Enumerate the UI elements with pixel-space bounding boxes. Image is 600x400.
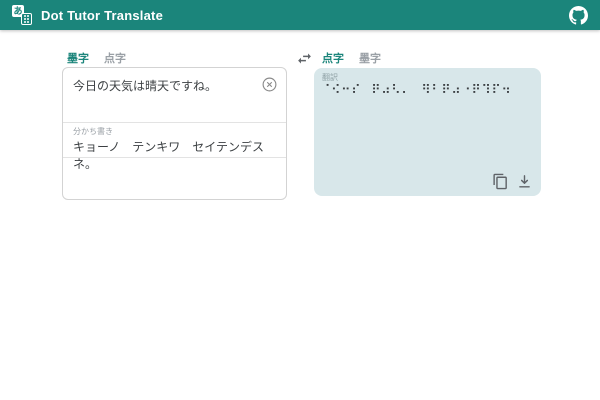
source-text-input[interactable]: 今日の天気は晴天ですね。 [73, 78, 253, 94]
app-root: あ Dot Tutor Translate 墨字 点字 今日の天気は晴天ですね。… [0, 0, 600, 400]
input-card: 今日の天気は晴天ですね。 分かち書き キョーノ テンキワ セイテンデスネ。 [62, 67, 287, 200]
braille-translate-logo-icon: あ [12, 5, 32, 25]
swap-direction-icon[interactable] [295, 50, 313, 68]
output-card: 翻訳 ⠈⠪⠒⠎⠀⠟⠴⠣⠄⠀⠻⠃⠟⠴⠐⠟⠹⠏⠲ [314, 68, 541, 196]
app-title: Dot Tutor Translate [41, 8, 163, 23]
clear-input-icon[interactable] [261, 76, 278, 93]
app-header: あ Dot Tutor Translate [0, 0, 600, 30]
braille-output-text: ⠈⠪⠒⠎⠀⠟⠴⠣⠄⠀⠻⠃⠟⠴⠐⠟⠹⠏⠲ [321, 82, 533, 100]
github-icon[interactable] [569, 6, 588, 25]
wakachigaki-label: 分かち書き [73, 126, 113, 137]
wakachigaki-text: キョーノ テンキワ セイテンデスネ。 [73, 138, 286, 172]
divider [63, 122, 286, 123]
download-icon[interactable] [516, 173, 533, 190]
logo-braille-square [21, 13, 32, 25]
copy-icon[interactable] [492, 173, 509, 190]
divider [63, 157, 286, 158]
output-actions [492, 173, 533, 190]
